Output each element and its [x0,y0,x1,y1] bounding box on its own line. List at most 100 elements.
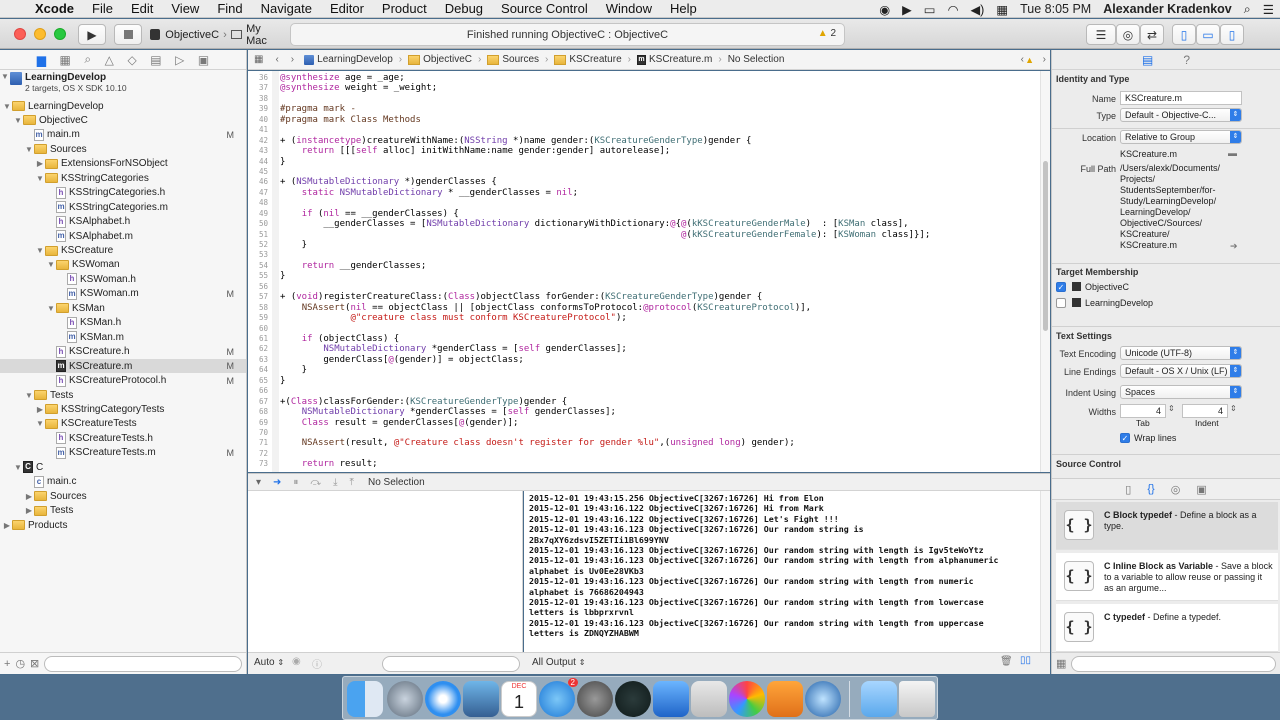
tree-row[interactable]: ▼ KSCreature [0,244,246,258]
code-line[interactable]: 36 @synthesize age = _age; [248,73,1040,83]
disclosure-closed-icon[interactable]: ▶ [24,492,34,501]
quick-help-icon[interactable]: ? [1183,53,1190,67]
code-line[interactable]: 46 + (NSMutableDictionary *)genderClasses… [248,177,1040,187]
forward-arrow-icon[interactable]: › [285,54,300,65]
disclosure-open-icon[interactable]: ▼ [35,419,45,428]
disclosure-closed-icon[interactable]: ▶ [24,506,34,515]
quicktime-icon[interactable] [805,681,841,717]
step-out-icon[interactable]: ⤒ [344,477,360,488]
code-line[interactable]: 48 [248,198,1040,208]
menu-app[interactable]: Xcode [26,1,83,16]
breadcrumb-sources[interactable]: Sources [483,54,543,65]
disclosure-open-icon[interactable]: ▼ [46,260,56,269]
app-store-icon[interactable]: 2 [539,678,578,717]
variables-view[interactable] [248,491,523,652]
run-button[interactable]: ▶ [78,24,106,45]
flag-icon[interactable]: ▦ [990,2,1014,17]
tree-row[interactable]: m KSMan.m [0,330,246,344]
tree-row[interactable]: h KSCreature.h M [0,345,246,359]
tree-row[interactable]: h KSWoman.h [0,272,246,286]
code-line[interactable]: 58 NSAssert(nil == objectClass || [objec… [248,303,1040,313]
tree-row[interactable]: ▼ ObjectiveC [0,113,246,127]
code-line[interactable]: 51 @(kKSCreatureGenderFemale): [KSWoman … [248,230,1040,240]
disclosure-open-icon[interactable]: ▼ [13,116,23,125]
record-icon[interactable]: ◉ [873,2,896,17]
test-icon[interactable]: ◇ [127,53,136,67]
menu-product[interactable]: Product [373,1,436,16]
menu-help[interactable]: Help [661,1,706,16]
breakpoint-icon[interactable]: ▷ [175,53,184,67]
menu-debug[interactable]: Debug [436,1,492,16]
tree-row[interactable]: c main.c [0,475,246,489]
preview-icon[interactable] [463,681,499,717]
type-popup[interactable]: Default - Objective-C... ⇕ [1120,108,1242,122]
navigator-filter-input[interactable] [44,655,242,672]
related-items-icon[interactable]: ▦ [248,54,269,65]
code-line[interactable]: 62 NSMutableDictionary *genderClass = [s… [248,344,1040,354]
tree-row[interactable]: ▼ KSCreatureTests [0,417,246,431]
tree-row[interactable]: m KSWoman.m M [0,287,246,301]
line-endings-popup[interactable]: Default - OS X / Unix (LF) ⇕ [1120,364,1242,378]
xcode-icon[interactable] [653,681,689,717]
clock[interactable]: Tue 8:05 PM [1014,2,1097,16]
snippet-c-typedef[interactable]: { } C typedef - Define a typedef. [1056,604,1278,652]
disclosure-open-icon[interactable]: ▼ [35,174,45,183]
scope-popup[interactable]: Auto ⇕ [254,657,284,668]
symbol-icon[interactable]: ▦ [60,53,71,67]
code-line[interactable]: 66 [248,386,1040,396]
code-line[interactable]: 38 [248,94,1040,104]
tab-width-field[interactable]: 4 [1120,404,1166,418]
step-over-icon[interactable]: ⤼ [304,477,327,488]
close-window-button[interactable] [14,28,26,40]
indent-width-field[interactable]: 4 [1182,404,1228,418]
code-line[interactable]: 71 NSAssert(result, @"Creature class doe… [248,438,1040,448]
code-line[interactable]: 57 + (void)registerCreatureClass:(Class)o… [248,292,1040,302]
assistant-editor-button[interactable]: ◎ [1116,24,1140,45]
sourcetree-icon[interactable] [615,681,651,717]
disclosure-open-icon[interactable]: ▼ [46,304,56,313]
media-library-icon[interactable]: ▣ [1196,483,1206,496]
breakpoints-toggle-icon[interactable]: ➜ [267,477,287,488]
code-line[interactable]: 54 return __genderClasses; [248,261,1040,271]
code-line[interactable]: 53 [248,250,1040,260]
step-in-icon[interactable]: ⤓ [327,477,343,488]
debug-icon[interactable]: ▤ [150,53,161,67]
source-editor[interactable]: 36 @synthesize age = _age; 37 @synthesize w… [248,71,1040,472]
spotlight-icon[interactable]: ⌕ [1238,2,1257,17]
code-line[interactable]: 49 if (nil == __genderClasses) { [248,209,1040,219]
code-line[interactable]: 68 NSMutableDictionary *genderClasses = … [248,407,1040,417]
version-editor-button[interactable]: ⇄ [1140,24,1164,45]
code-line[interactable]: 40 #pragma mark Class Methods [248,115,1040,125]
tree-row[interactable]: ▼ Sources [0,142,246,156]
code-line[interactable]: 55} [248,271,1040,281]
split-view-icon[interactable]: ▯▯ [1020,655,1031,666]
console-output[interactable]: 2015-12-01 19:43:15.256 ObjectiveC[3267:… [524,491,1040,652]
user-name[interactable]: Alexander Kradenkov [1097,2,1238,16]
volume-icon[interactable]: ◀) [965,2,991,17]
zoom-window-button[interactable] [54,28,66,40]
toggle-debug-button[interactable]: ▭ [1196,24,1220,45]
file-template-icon[interactable]: ▯ [1125,483,1131,496]
code-line[interactable]: 44} [248,157,1040,167]
code-line[interactable]: 61 if (objectClass) { [248,334,1040,344]
code-line[interactable]: 63 genderClass[@(gender)] = objectClass; [248,355,1040,365]
warning-jump-icon[interactable]: ▲ [1025,55,1034,65]
minimize-window-button[interactable] [34,28,46,40]
trash-icon[interactable]: 🗑 [1000,656,1013,667]
play-status-icon[interactable]: ▶ [896,2,918,17]
tree-row[interactable]: ▼ C C [0,460,246,474]
code-line[interactable]: 45 [248,167,1040,177]
preview-docs-icon[interactable] [691,681,727,717]
tree-row[interactable]: h KSStringCategories.h [0,186,246,200]
location-popup[interactable]: Relative to Group ⇕ [1120,130,1242,144]
disclosure-open-icon[interactable]: ▼ [13,463,23,472]
finder-icon[interactable] [347,681,383,717]
editor-scroll-thumb[interactable] [1043,161,1048,331]
code-line[interactable]: 72 [248,449,1040,459]
breadcrumb-project[interactable]: LearningDevelop [300,54,397,65]
tree-row[interactable]: ▼ Tests [0,388,246,402]
tree-row[interactable]: m KSCreatureTests.m M [0,446,246,460]
snippet-c-inline-block[interactable]: { } C Inline Block as Variable - Save a … [1056,553,1278,601]
tree-row[interactable]: m KSCreature.m M [0,359,246,374]
file-inspector-icon[interactable]: ▤ [1142,53,1153,67]
